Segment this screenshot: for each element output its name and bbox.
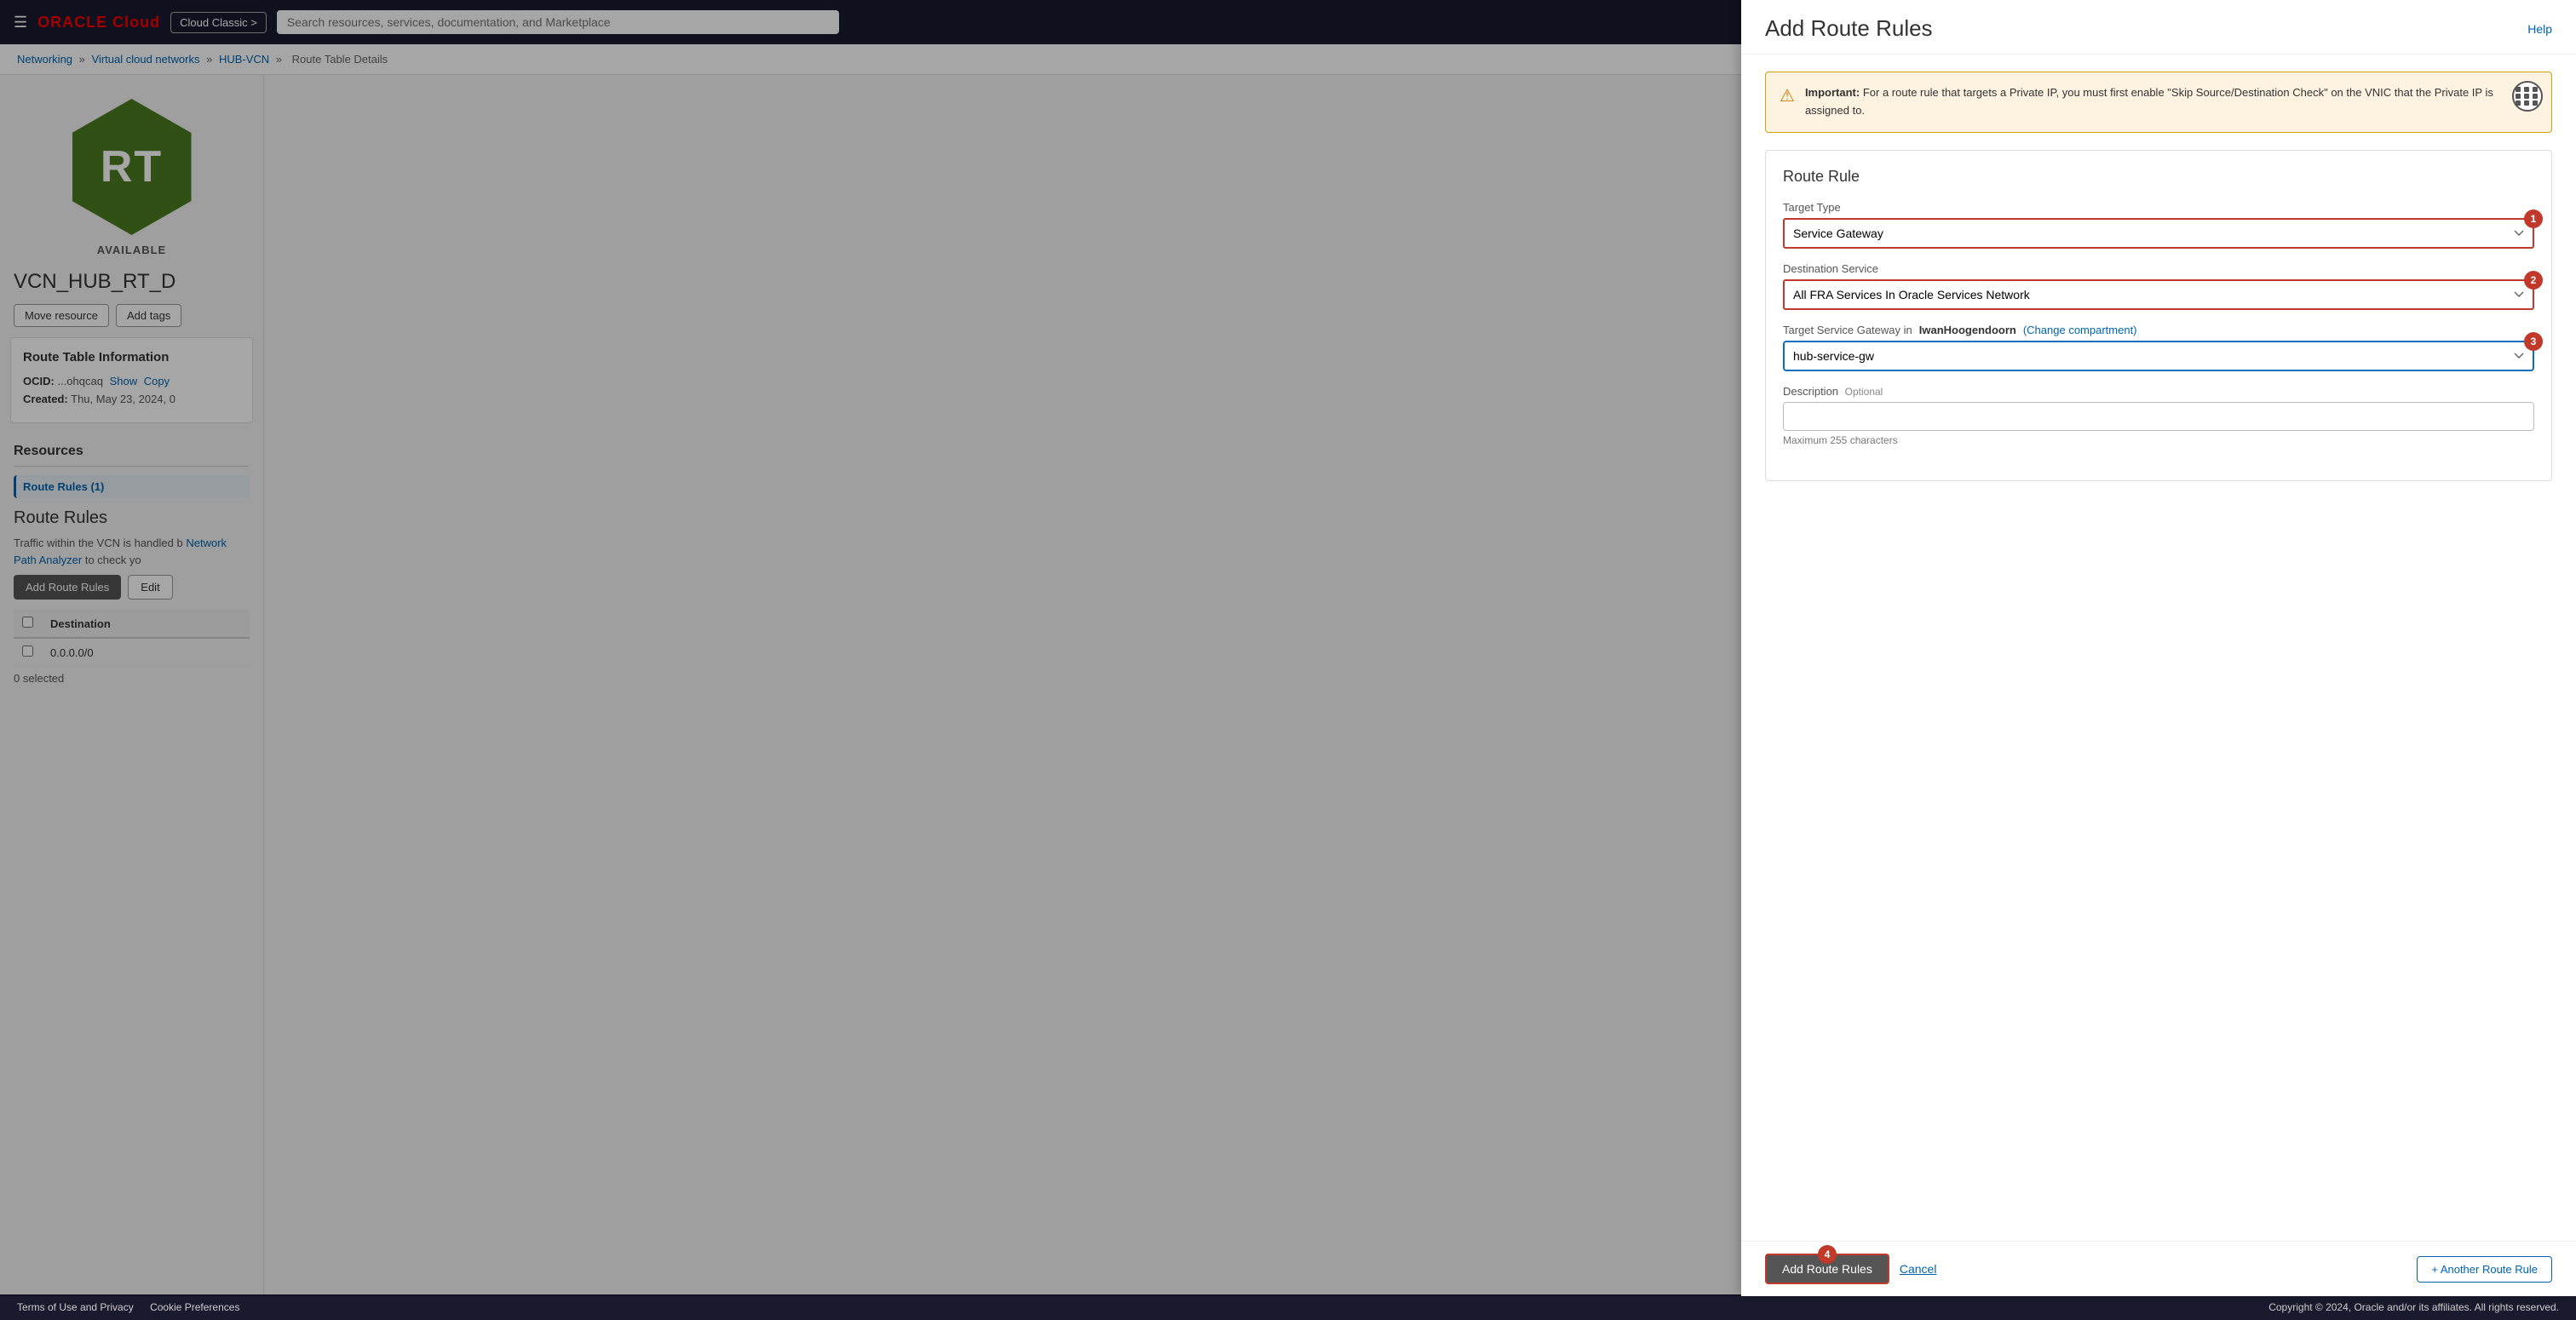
modal-overlay: Add Route Rules Help ⚠ Important: For a … bbox=[0, 75, 2576, 1294]
important-body: For a route rule that targets a Private … bbox=[1805, 86, 2493, 117]
help-grid-icon bbox=[2516, 87, 2539, 106]
important-content: Important: For a route rule that targets… bbox=[1805, 84, 2538, 120]
warning-icon: ⚠ bbox=[1780, 85, 1795, 106]
step3-badge: 3 bbox=[2524, 332, 2543, 351]
change-compartment-link[interactable]: (Change compartment) bbox=[2023, 324, 2137, 336]
add-route-wrapper: Add Route Rules 4 bbox=[1765, 1254, 1889, 1284]
target-gateway-group: Target Service Gateway in IwanHoogendoor… bbox=[1783, 324, 2534, 371]
target-gateway-select[interactable]: hub-service-gw bbox=[1783, 341, 2534, 371]
drawer-footer: Add Route Rules 4 Cancel + Another Route… bbox=[1741, 1241, 2576, 1294]
footer-copyright: Copyright © 2024, Oracle and/or its affi… bbox=[2268, 1301, 2559, 1313]
route-rule-card: Route Rule Target Type Service Gateway 1 bbox=[1765, 150, 2552, 481]
route-rule-card-title: Route Rule bbox=[1783, 168, 2534, 186]
important-text: Important: For a route rule that targets… bbox=[1805, 84, 2538, 120]
step1-badge: 1 bbox=[2524, 209, 2543, 228]
destination-service-group: Destination Service All FRA Services In … bbox=[1783, 262, 2534, 310]
help-grid-icon-button[interactable] bbox=[2512, 81, 2543, 112]
footer-left: Add Route Rules 4 Cancel bbox=[1765, 1254, 1936, 1284]
description-input[interactable] bbox=[1783, 402, 2534, 431]
terms-link[interactable]: Terms of Use and Privacy bbox=[17, 1301, 134, 1313]
target-compartment-name: IwanHoogendoorn bbox=[1919, 324, 2016, 336]
another-route-rule-button[interactable]: + Another Route Rule bbox=[2417, 1256, 2552, 1283]
drawer-body: ⚠ Important: For a route rule that targe… bbox=[1741, 75, 2576, 1241]
main-layout: RT AVAILABLE VCN_HUB_RT_D Move resource … bbox=[0, 75, 2576, 1294]
target-service-label: Target Service Gateway in bbox=[1783, 324, 1912, 336]
description-group: Description Optional Maximum 255 charact… bbox=[1783, 385, 2534, 446]
description-label: Description Optional bbox=[1783, 385, 2534, 398]
side-drawer: Add Route Rules Help ⚠ Important: For a … bbox=[1741, 75, 2576, 1294]
target-type-group: Target Type Service Gateway 1 bbox=[1783, 201, 2534, 249]
step4-badge: 4 bbox=[1818, 1245, 1837, 1264]
target-type-wrapper: Service Gateway 1 bbox=[1783, 218, 2534, 249]
destination-service-wrapper: All FRA Services In Oracle Services Netw… bbox=[1783, 279, 2534, 310]
target-header: Target Service Gateway in IwanHoogendoor… bbox=[1783, 324, 2534, 336]
target-type-label: Target Type bbox=[1783, 201, 2534, 214]
bottom-footer: Terms of Use and Privacy Cookie Preferen… bbox=[0, 1294, 2576, 1320]
footer-links: Terms of Use and Privacy Cookie Preferen… bbox=[17, 1301, 253, 1313]
optional-label: Optional bbox=[1845, 386, 1883, 398]
cancel-button[interactable]: Cancel bbox=[1900, 1262, 1937, 1276]
step2-badge: 2 bbox=[2524, 271, 2543, 290]
destination-service-select[interactable]: All FRA Services In Oracle Services Netw… bbox=[1783, 279, 2534, 310]
important-banner: ⚠ Important: For a route rule that targe… bbox=[1765, 75, 2552, 133]
cookies-link[interactable]: Cookie Preferences bbox=[150, 1301, 239, 1313]
destination-service-label: Destination Service bbox=[1783, 262, 2534, 275]
description-helper: Maximum 255 characters bbox=[1783, 434, 2534, 446]
target-type-select[interactable]: Service Gateway bbox=[1783, 218, 2534, 249]
target-gateway-wrapper: hub-service-gw 3 bbox=[1783, 341, 2534, 371]
